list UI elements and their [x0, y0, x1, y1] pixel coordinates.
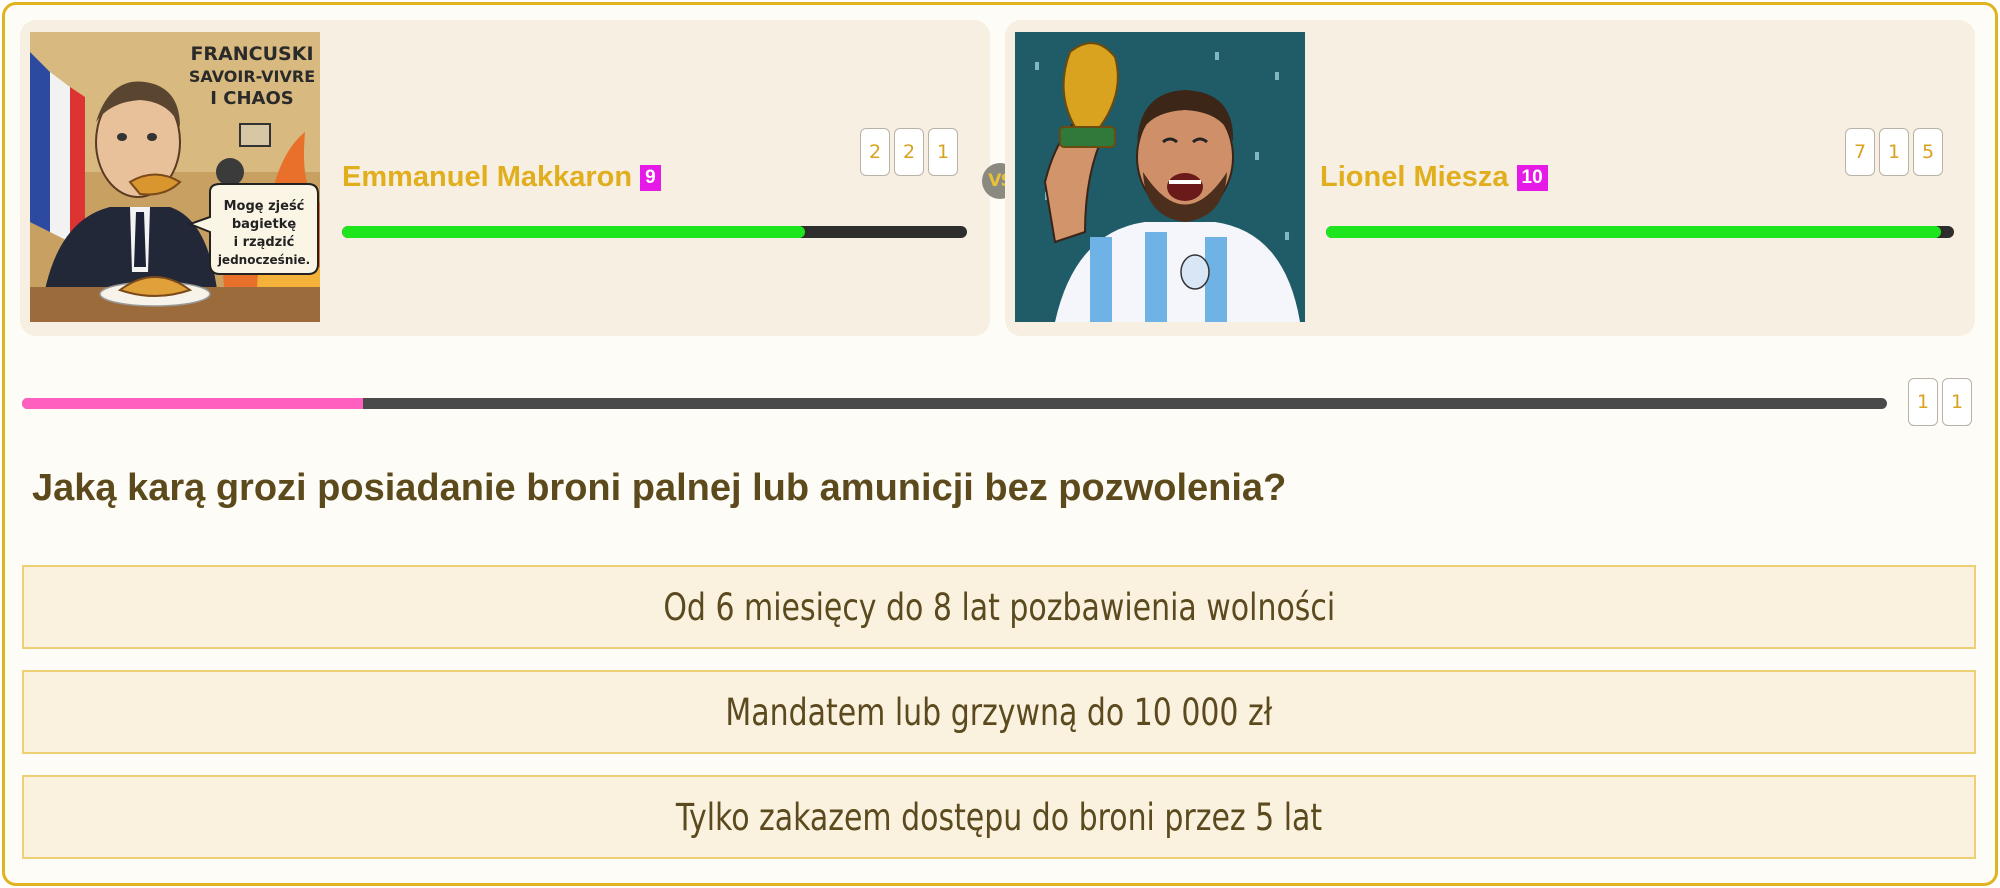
answer-option-1[interactable]: Od 6 miesięcy do 8 lat pozbawienia wolno…	[22, 565, 1976, 649]
player1-portrait: FRANCUSKI SAVOIR-VIVRE I CHAOS Mogę zjeś…	[30, 32, 320, 322]
player1-score-digit: 1	[928, 128, 958, 176]
portrait-title-line2: SAVOIR-VIVRE	[189, 67, 315, 86]
round-timer-digits: 1 1	[1908, 378, 1972, 426]
player1-score-digit: 2	[860, 128, 890, 176]
player1-level-badge: 9	[640, 165, 661, 191]
player2-name-text: Lionel Miesza	[1320, 161, 1509, 193]
answer-option-label: Od 6 miesięcy do 8 lat pozbawienia wolno…	[663, 585, 1335, 629]
player2-hp-fill	[1326, 226, 1942, 238]
portrait-bubble-line4: jednocześnie.	[217, 253, 310, 267]
player2-score: 7 1 5	[1845, 128, 1943, 176]
round-timer-bar	[22, 398, 1887, 409]
player2-score-digit: 1	[1879, 128, 1909, 176]
portrait-bubble-line3: i rządzić	[234, 235, 295, 250]
player2-score-digit: 7	[1845, 128, 1875, 176]
answer-option-3[interactable]: Tylko zakazem dostępu do broni przez 5 l…	[22, 775, 1976, 859]
player1-name-text: Emmanuel Makkaron	[342, 161, 633, 193]
player1-name: Emmanuel Makkaron 9	[342, 161, 661, 194]
portrait-title-line3: I CHAOS	[210, 88, 293, 109]
player1-card: FRANCUSKI SAVOIR-VIVRE I CHAOS Mogę zjeś…	[20, 20, 990, 336]
answer-option-2[interactable]: Mandatem lub grzywną do 10 000 zł	[22, 670, 1976, 754]
timer-digit: 1	[1942, 378, 1972, 426]
answer-option-label: Tylko zakazem dostępu do broni przez 5 l…	[675, 795, 1323, 839]
portrait-bubble-line2: bagietkę	[232, 217, 297, 232]
question-text: Jaką karą grozi posiadanie broni palnej …	[32, 467, 1287, 509]
player2-name: Lionel Miesza 10	[1320, 161, 1548, 194]
player2-score-digit: 5	[1913, 128, 1943, 176]
timer-digit: 1	[1908, 378, 1938, 426]
player1-score-digit: 2	[894, 128, 924, 176]
portrait-bubble-line1: Mogę zjeść	[224, 199, 305, 214]
player2-level-badge: 10	[1516, 165, 1548, 191]
portrait-title-line1: FRANCUSKI	[190, 43, 313, 65]
answer-option-label: Mandatem lub grzywną do 10 000 zł	[725, 690, 1273, 734]
player2-hp-bar	[1326, 226, 1954, 238]
player2-card: Lionel Miesza 10 7 1 5	[1005, 20, 1975, 336]
player1-hp-bar	[342, 226, 967, 238]
player1-hp-fill	[342, 226, 805, 238]
round-timer-fill	[22, 398, 364, 409]
player1-score: 2 2 1	[860, 128, 958, 176]
player2-portrait	[1015, 32, 1305, 322]
